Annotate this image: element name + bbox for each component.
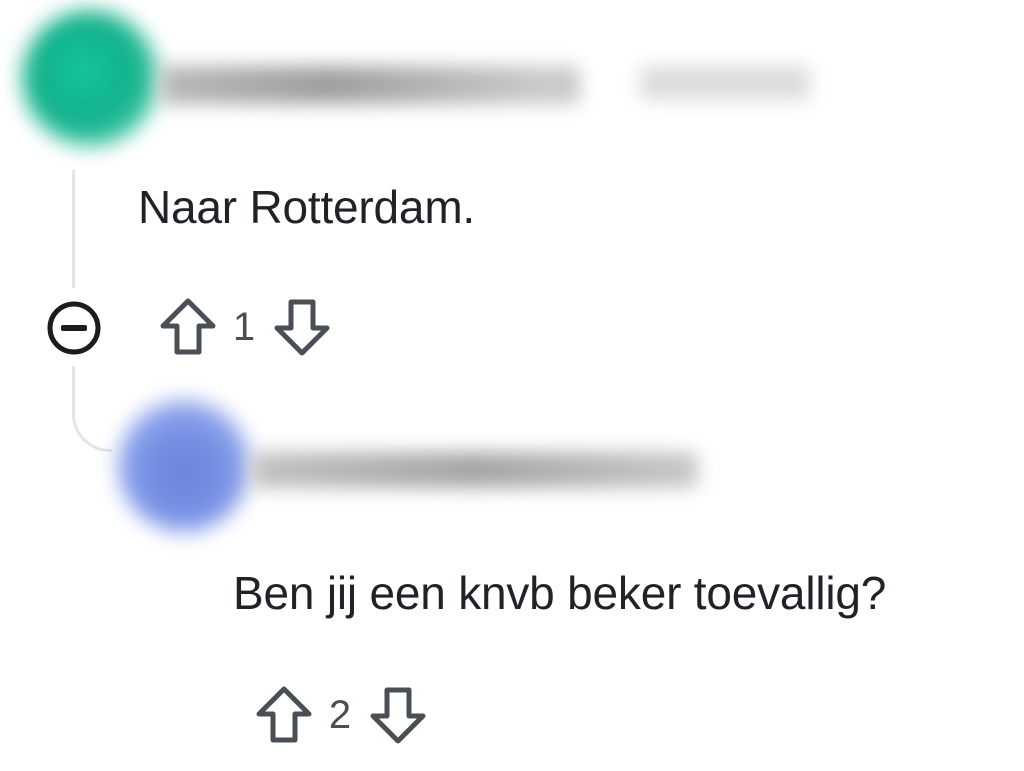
downvote-button[interactable]	[366, 680, 430, 750]
comment-body: Naar Rotterdam.	[138, 181, 476, 233]
username-redacted[interactable]	[252, 452, 698, 488]
downvote-arrow-icon	[370, 687, 426, 744]
timestamp-redacted	[640, 66, 810, 100]
user-avatar[interactable]	[118, 400, 250, 532]
username-redacted[interactable]	[160, 66, 580, 104]
comment-body: Ben jij een knvb beker toevallig?	[233, 567, 887, 619]
thread-line	[72, 170, 75, 288]
collapse-thread-button[interactable]	[44, 298, 104, 358]
comment-actions: 1	[156, 292, 334, 362]
reply-connector-line	[72, 366, 112, 452]
downvote-arrow-icon	[274, 299, 330, 356]
downvote-button[interactable]	[270, 292, 334, 362]
upvote-button[interactable]	[156, 292, 220, 362]
vote-count: 2	[328, 692, 352, 737]
vote-count: 1	[232, 304, 256, 349]
collapse-minus-icon	[47, 301, 101, 355]
user-avatar[interactable]	[22, 10, 158, 146]
upvote-button[interactable]	[252, 680, 316, 750]
upvote-arrow-icon	[160, 298, 216, 355]
upvote-arrow-icon	[256, 686, 312, 743]
comment-actions: 2	[252, 680, 430, 750]
